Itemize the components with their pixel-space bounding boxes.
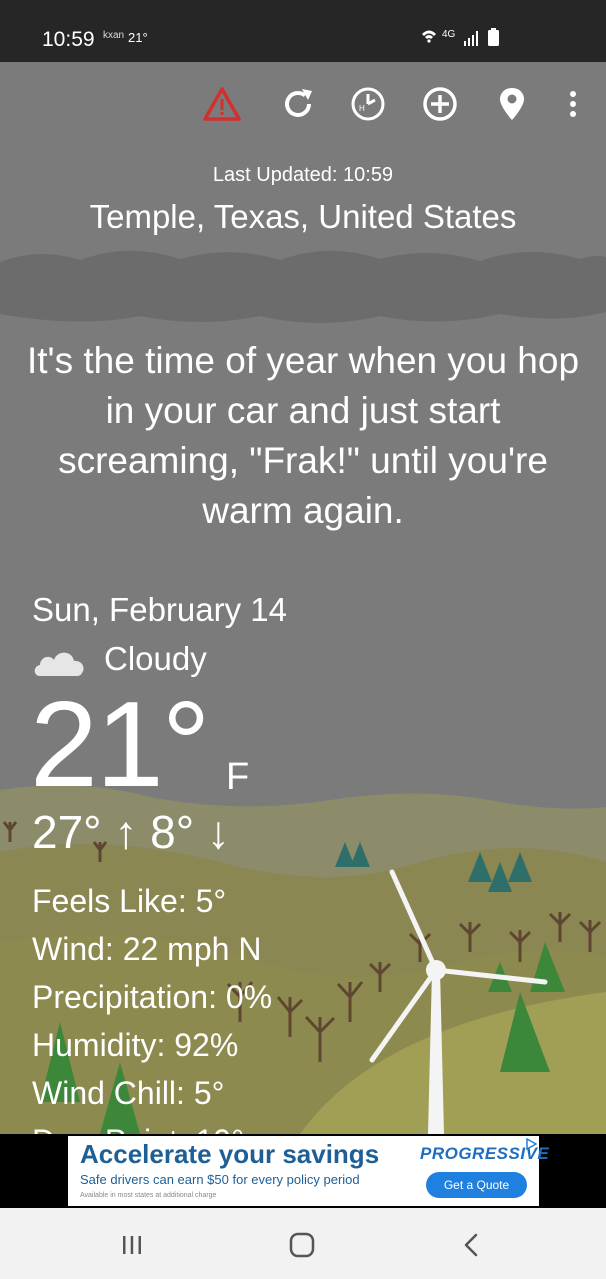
- dew-point: Dew Point: 19°: [32, 1117, 272, 1134]
- more-vert-icon[interactable]: [556, 84, 590, 124]
- adchoices-icon[interactable]: [525, 1138, 537, 1150]
- condition-text: Cloudy: [104, 640, 207, 677]
- weather-quip: It's the time of year when you hop in yo…: [26, 340, 580, 531]
- temperature-unit[interactable]: F: [226, 756, 249, 799]
- network-type-label: 4G: [442, 29, 456, 40]
- ad-subtext[interactable]: Safe drivers can earn $50 for every poli…: [80, 1172, 360, 1187]
- signal-icon: [464, 31, 478, 46]
- status-time: 10:59: [42, 28, 95, 51]
- recents-button[interactable]: [117, 1230, 147, 1260]
- current-temperature[interactable]: 21°: [30, 674, 210, 814]
- system-nav-bar: [0, 1208, 606, 1279]
- current-date: Sun, February 14: [32, 591, 287, 628]
- ad-bar: Accelerate your savings PROGRESSIVE Safe…: [0, 1134, 606, 1208]
- precipitation: Precipitation: 0%: [32, 979, 273, 1015]
- battery-icon: [488, 28, 499, 46]
- ad-headline[interactable]: Accelerate your savings: [80, 1139, 379, 1170]
- location-pin-icon[interactable]: [492, 84, 532, 124]
- status-carrier-logo: kxan: [103, 30, 125, 41]
- warning-icon[interactable]: [202, 84, 242, 124]
- status-temperature: 21°: [128, 30, 148, 45]
- high-low-temperature: 27° ↑ 8° ↓: [32, 806, 230, 858]
- svg-text:H: H: [359, 104, 365, 113]
- ad-banner[interactable]: Accelerate your savings PROGRESSIVE Safe…: [68, 1136, 549, 1206]
- weather-screen[interactable]: H Last Updated: 10:59 Temple, Texas, Uni…: [0, 62, 606, 1134]
- home-button[interactable]: [287, 1230, 317, 1260]
- weather-details: Feels Like: 5° Wind: 22 mph N Precipitat…: [32, 877, 272, 1134]
- cloud-icon: [34, 652, 84, 676]
- back-button[interactable]: [457, 1230, 487, 1260]
- wifi-icon: [422, 30, 436, 43]
- add-location-icon[interactable]: [420, 84, 460, 124]
- feels-like: Feels Like: 5°: [32, 883, 227, 919]
- get-quote-button[interactable]: Get a Quote: [426, 1172, 527, 1198]
- ad-fine-print: Available in most states at additional c…: [80, 1192, 217, 1199]
- wind: Wind: 22 mph N: [32, 931, 262, 967]
- last-updated-label: Last Updated: 10:59: [212, 164, 394, 186]
- location-name[interactable]: Temple, Texas, United States: [0, 198, 606, 236]
- refresh-icon[interactable]: [278, 84, 318, 124]
- humidity: Humidity: 92%: [32, 1027, 239, 1063]
- status-bar: 10:59 kxan 21° 4G: [0, 0, 606, 62]
- hourly-icon[interactable]: H: [348, 84, 388, 124]
- wind-chill: Wind Chill: 5°: [32, 1075, 225, 1111]
- status-network-icons: 4G: [422, 28, 499, 46]
